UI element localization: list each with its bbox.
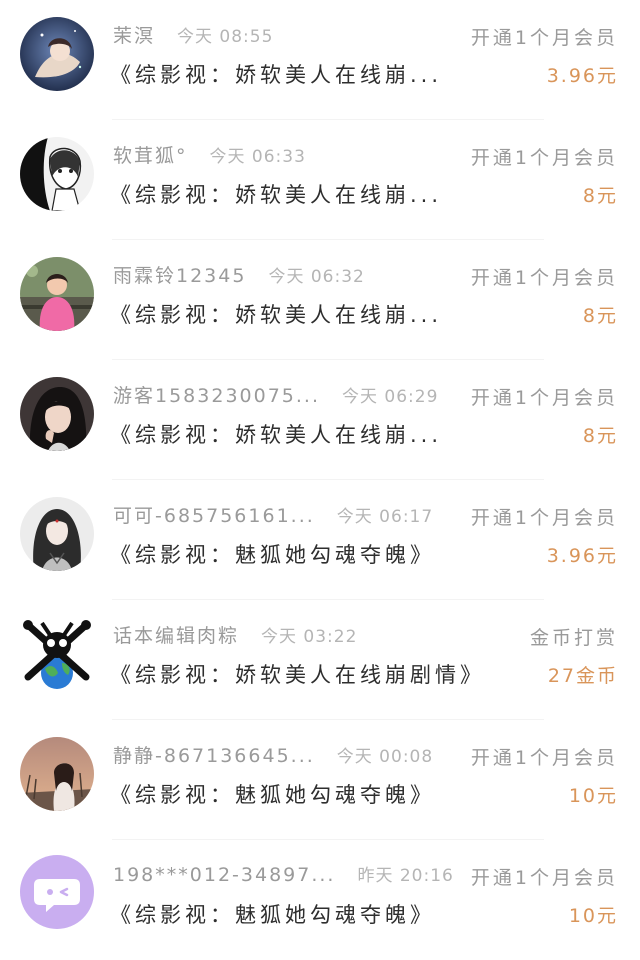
user-name: 茉溟 今天 08:55 xyxy=(113,25,274,47)
transaction-type: 开通1个月会员 xyxy=(470,147,618,169)
avatar-ancient-costume-icon[interactable] xyxy=(20,497,94,571)
book-title: 《综影视：娇软美人在线崩剧情》 xyxy=(110,663,485,687)
avatar-chat-bubble-icon[interactable] xyxy=(20,855,94,929)
user-name: 软茸狐° 今天 06:33 xyxy=(113,145,306,167)
timestamp: 今天 03:22 xyxy=(261,627,358,647)
book-title: 《综影视：魅狐她勾魂夺魄》 xyxy=(110,543,435,567)
avatar-manga-girl-icon[interactable] xyxy=(20,137,94,211)
amount: 3.96元 xyxy=(546,65,618,87)
list-item[interactable]: 游客1583230075... 今天 06:29 《综影视：娇软美人在线崩... … xyxy=(0,360,640,480)
amount: 10元 xyxy=(568,785,618,807)
user-name: 可可-685756161... 今天 06:17 xyxy=(113,505,434,527)
list-item[interactable]: 话本编辑肉粽 今天 03:22 《综影视：娇软美人在线崩剧情》 金币打赏 27金币 xyxy=(0,600,640,720)
avatar-earth-skull-icon[interactable] xyxy=(20,617,94,691)
timestamp: 今天 06:33 xyxy=(209,147,306,167)
list-item[interactable]: 静静-867136645... 今天 00:08 《综影视：魅狐她勾魂夺魄》 开通… xyxy=(0,720,640,840)
user-name: 话本编辑肉粽 今天 03:22 xyxy=(113,625,358,647)
timestamp: 今天 06:29 xyxy=(342,387,439,407)
timestamp: 昨天 20:16 xyxy=(357,866,454,886)
avatar-anime-girl-night-icon[interactable] xyxy=(20,17,94,91)
transaction-type: 开通1个月会员 xyxy=(470,387,618,409)
transaction-type: 开通1个月会员 xyxy=(470,27,618,49)
timestamp: 今天 08:55 xyxy=(177,27,274,47)
book-title: 《综影视：魅狐她勾魂夺魄》 xyxy=(110,783,435,807)
list-item[interactable]: 雨霖铃12345 今天 06:32 《综影视：娇软美人在线崩... 开通1个月会员… xyxy=(0,240,640,360)
transaction-type: 开通1个月会员 xyxy=(470,747,618,769)
transaction-type: 开通1个月会员 xyxy=(470,867,618,889)
transaction-type: 金币打赏 xyxy=(529,627,618,649)
list-item[interactable]: 可可-685756161... 今天 06:17 《综影视：魅狐她勾魂夺魄》 开通… xyxy=(0,480,640,600)
timestamp: 今天 06:17 xyxy=(336,507,434,527)
transaction-type: 开通1个月会员 xyxy=(470,267,618,289)
user-name: 静静-867136645... 今天 00:08 xyxy=(113,745,434,767)
transaction-list: 茉溟 今天 08:55 《综影视：娇软美人在线崩... 开通1个月会员 3.96元… xyxy=(0,0,640,957)
book-title: 《综影视：娇软美人在线崩... xyxy=(110,183,443,207)
list-item[interactable]: 茉溟 今天 08:55 《综影视：娇软美人在线崩... 开通1个月会员 3.96元 xyxy=(0,0,640,120)
avatar-woman-selfie-icon[interactable] xyxy=(20,377,94,451)
book-title: 《综影视：娇软美人在线崩... xyxy=(110,423,443,447)
avatar-sunset-girl-icon[interactable] xyxy=(20,737,94,811)
amount: 10元 xyxy=(568,905,618,927)
book-title: 《综影视：魅狐她勾魂夺魄》 xyxy=(110,903,435,927)
amount: 8元 xyxy=(582,305,618,327)
amount: 8元 xyxy=(582,425,618,447)
avatar-child-pink-jacket-icon[interactable] xyxy=(20,257,94,331)
list-item[interactable]: 198***012-34897... 昨天 20:16 《综影视：魅狐她勾魂夺魄》… xyxy=(0,840,640,960)
amount: 27金币 xyxy=(547,665,618,687)
book-title: 《综影视：娇软美人在线崩... xyxy=(110,303,443,327)
book-title: 《综影视：娇软美人在线崩... xyxy=(110,63,443,87)
amount: 3.96元 xyxy=(546,545,618,567)
list-item[interactable]: 软茸狐° 今天 06:33 《综影视：娇软美人在线崩... 开通1个月会员 8元 xyxy=(0,120,640,240)
timestamp: 今天 06:32 xyxy=(268,267,365,287)
timestamp: 今天 00:08 xyxy=(336,747,434,767)
user-name: 游客1583230075... 今天 06:29 xyxy=(113,385,439,407)
user-name: 雨霖铃12345 今天 06:32 xyxy=(113,265,365,287)
amount: 8元 xyxy=(582,185,618,207)
transaction-type: 开通1个月会员 xyxy=(470,507,618,529)
user-name: 198***012-34897... 昨天 20:16 xyxy=(113,864,454,886)
